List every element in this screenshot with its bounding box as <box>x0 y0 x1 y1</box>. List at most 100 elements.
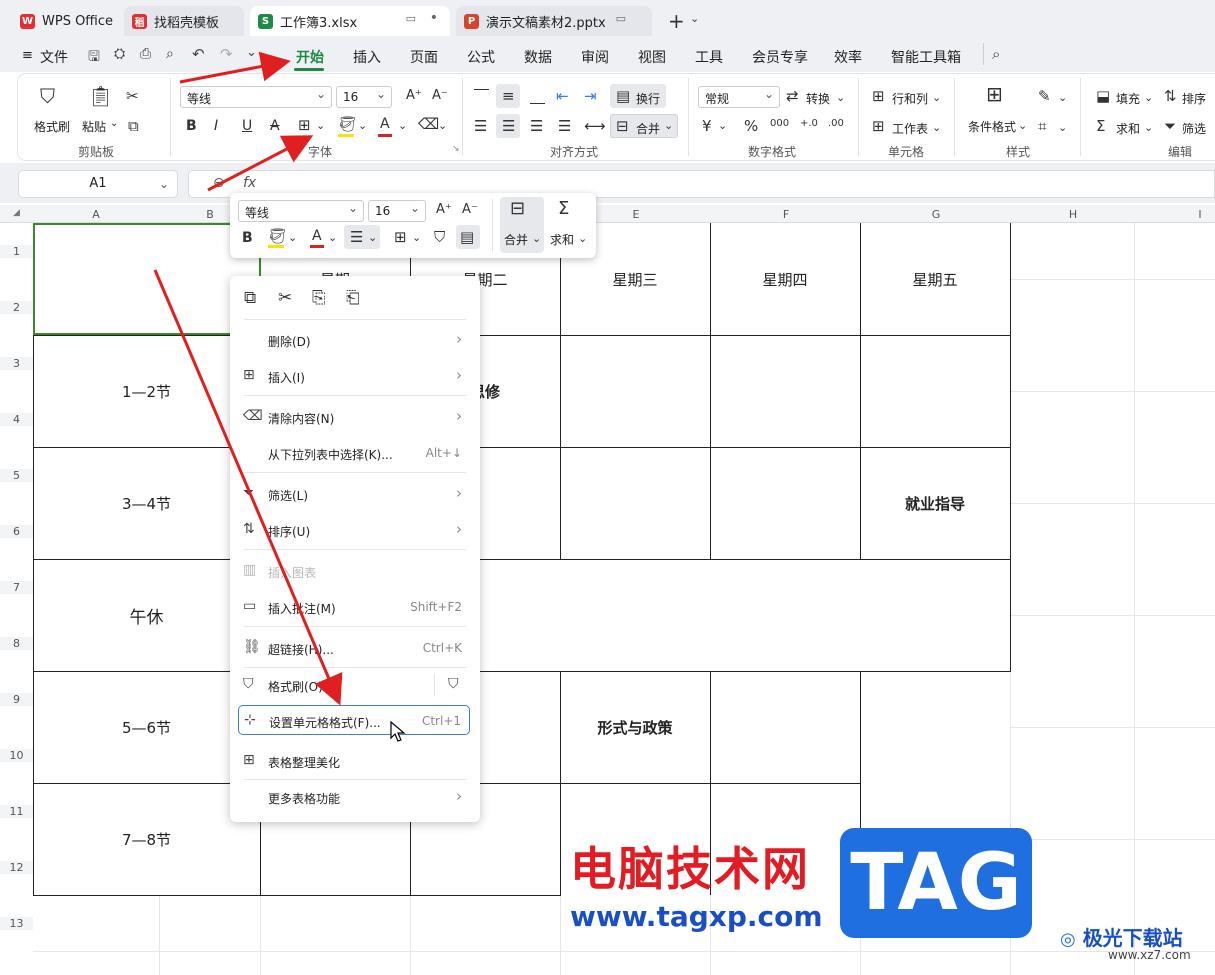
row-header-3[interactable]: 3 <box>0 357 33 370</box>
rowcol-chevron-icon[interactable]: ⌄ <box>932 90 941 106</box>
cell-period-1-2[interactable]: 1—2节 <box>33 335 260 447</box>
copy-icon[interactable]: ⧉ <box>128 118 139 134</box>
paste-button[interactable]: 粘贴 <box>82 118 106 135</box>
paste-icon[interactable]: ⎘ <box>312 290 326 307</box>
sort-icon[interactable]: ⇅ <box>1164 88 1177 104</box>
menu-efficiency[interactable]: 效率 <box>834 47 862 67</box>
menu-smart-tools[interactable]: 智能工具箱 <box>891 47 961 67</box>
mini-sum-icon[interactable]: Σ <box>558 200 569 218</box>
menu-item-delete[interactable]: 删除(D) › <box>230 325 480 355</box>
tab-workbook[interactable]: S 工作簿3.xlsx ▭ • <box>250 6 450 36</box>
row-header-2[interactable]: 2 <box>0 301 33 314</box>
tab-template[interactable]: 稻 找稻壳模板 <box>124 6 244 36</box>
align-left-icon[interactable]: ☰ <box>474 118 487 134</box>
sum-button[interactable]: 求和 <box>1116 120 1140 137</box>
indent-increase-icon[interactable]: ⇥ <box>584 88 597 104</box>
menu-view[interactable]: 视图 <box>638 47 666 67</box>
row-header-8[interactable]: 8 <box>0 637 33 650</box>
convert-icon[interactable]: ⇄ <box>786 88 799 104</box>
mini-bold-icon[interactable]: B <box>242 230 253 246</box>
cell-period-7-8[interactable]: 7—8节 <box>33 783 260 895</box>
fill-chevron-icon[interactable]: ⌄ <box>1144 90 1153 106</box>
thousands-icon[interactable]: 000 <box>770 116 789 132</box>
mini-increase-font-icon[interactable]: A⁺ <box>436 202 452 218</box>
menu-item-beautify[interactable]: ⊞ 表格整理美化 <box>230 746 480 776</box>
merge-icon[interactable]: ⊟ <box>616 118 629 134</box>
fx-icon[interactable]: fx <box>243 175 256 191</box>
rowcol-icon[interactable]: ⊞ <box>872 88 885 104</box>
currency-chevron-icon[interactable]: ⌄ <box>718 118 727 134</box>
convert-button[interactable]: 转换 <box>806 90 830 107</box>
cell-style-chevron-icon[interactable]: ⌄ <box>1058 90 1067 106</box>
col-header-a[interactable]: A <box>33 208 159 221</box>
conditional-format-icon[interactable]: ⊞ <box>986 84 1003 104</box>
paste-special-icon[interactable]: ⎗ <box>346 290 360 307</box>
align-right-icon[interactable]: ☰ <box>530 118 543 134</box>
tab-list-chevron-icon[interactable]: ⌄ <box>690 12 699 25</box>
col-header-f[interactable]: F <box>711 208 861 221</box>
mini-decrease-font-icon[interactable]: A⁻ <box>462 202 478 218</box>
tab-pptx[interactable]: P 演示文稿素材2.pptx ▭ <box>456 6 652 36</box>
mini-fill-icon[interactable]: 🪣︎ <box>268 228 287 244</box>
underline-icon[interactable]: U <box>242 118 252 134</box>
convert-chevron-icon[interactable]: ⌄ <box>836 90 845 106</box>
fill-color-icon[interactable]: 🪣︎ <box>338 116 357 132</box>
menu-item-pick-from-list[interactable]: 从下拉列表中选择(K)... Alt+↓ <box>230 438 480 468</box>
mini-border-icon[interactable]: ⊞ <box>394 229 407 245</box>
menu-item-insert[interactable]: ⊞ 插入(I) › <box>230 361 480 391</box>
worksheet-chevron-icon[interactable]: ⌄ <box>932 120 941 136</box>
sum-icon[interactable]: Σ <box>1096 118 1105 134</box>
row-header-11[interactable]: 11 <box>0 805 33 818</box>
print-icon[interactable]: ⎙ <box>140 46 151 62</box>
new-tab-button[interactable]: + <box>668 9 685 33</box>
mini-merge-button[interactable]: 合并 <box>504 231 528 248</box>
format-painter-icon[interactable]: ⛉ <box>448 676 459 692</box>
menu-item-filter[interactable]: ⏷ 筛选(L) › <box>230 479 480 509</box>
strikethrough-icon[interactable]: A <box>270 118 280 134</box>
namebox-chevron-icon[interactable]: ⌄ <box>159 171 169 197</box>
mini-merge-chevron-icon[interactable]: ⌄ <box>532 231 541 247</box>
menu-data[interactable]: 数据 <box>524 47 552 67</box>
align-middle-icon[interactable]: ≡ <box>502 88 515 104</box>
justify-icon[interactable]: ☰ <box>558 118 571 134</box>
format-painter-icon[interactable]: ⛉ <box>40 86 55 106</box>
menu-home[interactable]: 开始 <box>296 47 324 67</box>
row-header-12[interactable]: 12 <box>0 861 33 874</box>
cell-period-3-4[interactable]: 3—4节 <box>33 447 260 559</box>
menu-tools[interactable]: 工具 <box>695 47 723 67</box>
cut-icon[interactable]: ✂ <box>278 290 292 307</box>
menu-item-more[interactable]: 更多表格功能 › <box>230 782 480 812</box>
search-icon[interactable]: ⌕ <box>992 45 1000 63</box>
format-painter-button[interactable]: 格式刷 <box>34 118 70 135</box>
worksheet-button[interactable]: 工作表 <box>892 120 928 137</box>
indent-decrease-icon[interactable]: ⇤ <box>556 88 569 104</box>
bold-icon[interactable]: B <box>186 118 197 134</box>
row-header-4[interactable]: 4 <box>0 413 33 426</box>
mini-sum-button[interactable]: 求和 <box>550 231 574 248</box>
menu-item-insert-comment[interactable]: ▭ 插入批注(M) Shift+F2 <box>230 592 480 622</box>
increase-decimal-icon[interactable]: +.0 <box>800 116 818 132</box>
menu-review[interactable]: 审阅 <box>581 47 609 67</box>
font-color-icon[interactable]: A <box>380 116 390 132</box>
filter-button[interactable]: 筛选 <box>1182 120 1206 137</box>
selected-cell-a1[interactable] <box>33 223 261 335</box>
menu-item-format-painter[interactable]: ⛉ 格式刷(O) ⛉ <box>230 670 480 700</box>
cell-thursday[interactable]: 星期四 <box>710 223 860 335</box>
tab-wps-office[interactable]: W WPS Office <box>12 6 120 36</box>
table-style-icon[interactable]: ⌗ <box>1038 118 1046 134</box>
align-center-icon[interactable]: ☰ <box>502 118 515 134</box>
cell-style-icon[interactable]: ✎ <box>1038 88 1051 104</box>
mini-font-select[interactable]: 等线 <box>238 200 364 222</box>
menu-item-format-cells[interactable]: ⊹ 设置单元格格式(F)... Ctrl+1 <box>238 705 470 735</box>
mini-merge-icon[interactable]: ⊟ <box>510 200 525 218</box>
cell-friday[interactable]: 星期五 <box>860 223 1010 335</box>
cell-noon-break[interactable]: 午休 <box>33 559 260 671</box>
redo-icon[interactable]: ↷ <box>220 45 233 63</box>
worksheet-icon[interactable]: ⊞ <box>872 118 885 134</box>
font-dialog-launcher-icon[interactable]: ↘ <box>452 144 460 154</box>
row-header-6[interactable]: 6 <box>0 525 33 538</box>
border-icon[interactable]: ⊞ <box>298 117 311 133</box>
decrease-font-icon[interactable]: A⁻ <box>432 88 448 104</box>
table-style-chevron-icon[interactable]: ⌄ <box>1058 120 1067 136</box>
more-chevron-icon[interactable]: ⌄ <box>246 45 257 60</box>
